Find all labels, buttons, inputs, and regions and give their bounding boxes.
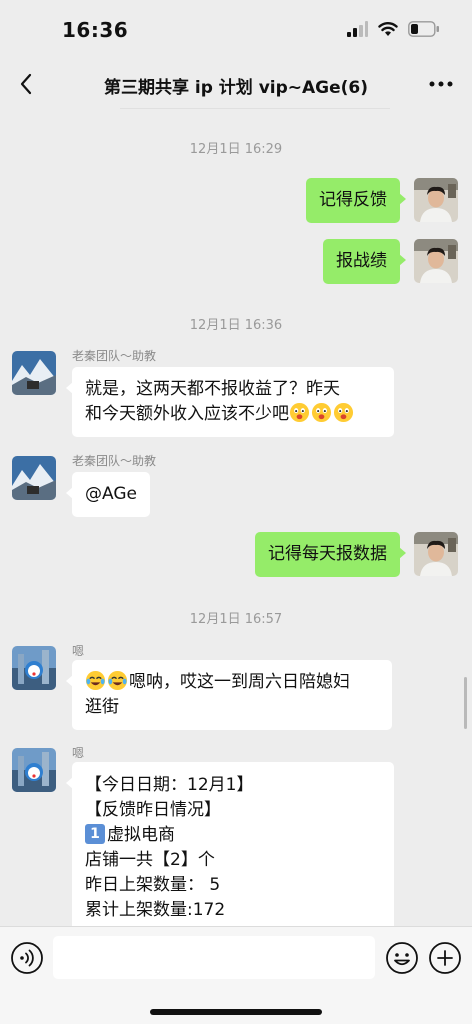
- surprised-face-emoji: [311, 402, 332, 423]
- keycap-one-badge: 1: [85, 824, 105, 844]
- avatar-user[interactable]: [12, 748, 56, 792]
- message-bubble-incoming[interactable]: 就是，这两天都不报收益了？昨天 和今天额外收入应该不少吧: [66, 367, 394, 437]
- status-time: 16:36: [62, 18, 129, 42]
- sender-name: 老秦团队～助教: [72, 349, 157, 363]
- timestamp: 12月1日 16:29: [189, 142, 283, 157]
- avatar-user[interactable]: [12, 646, 56, 690]
- timestamp: 12月1日 16:36: [189, 318, 283, 333]
- timestamp: 12月1日 16:57: [189, 612, 283, 627]
- status-icons: [346, 21, 440, 37]
- scrollbar-thumb[interactable]: [464, 677, 467, 729]
- surprised-face-emoji: [333, 402, 354, 423]
- message-line: 昨日上架数量： 5: [85, 875, 221, 895]
- plus-icon: [429, 942, 461, 974]
- message-line: 【今日日期：12月1】: [85, 775, 254, 795]
- signal-icon: [347, 21, 368, 37]
- emoji-button[interactable]: [385, 941, 419, 975]
- back-button[interactable]: [12, 70, 40, 98]
- chevron-left-icon: [20, 73, 32, 95]
- battery-icon: [408, 21, 439, 37]
- more-button[interactable]: [426, 70, 456, 98]
- plus-button[interactable]: [428, 941, 462, 975]
- wifi-icon: [378, 22, 398, 36]
- message-input[interactable]: [53, 936, 375, 979]
- message-bubble-incoming[interactable]: 【今日日期：12月1】 【反馈昨日情况】 1 虚拟电商 店铺一共【2】个 昨日上架…: [66, 762, 394, 926]
- chat-area[interactable]: 12月1日 16:29 记得反馈 报战绩 12月1日 16:36 老秦团队～助教…: [0, 112, 472, 926]
- message-bubble-outgoing[interactable]: 报战绩: [323, 239, 406, 284]
- input-bar: [0, 926, 472, 1024]
- message-bubble-incoming[interactable]: @AGe: [66, 472, 150, 517]
- status-bar: 16:36: [0, 0, 472, 56]
- sender-name: 嗯: [72, 746, 85, 760]
- avatar-assistant[interactable]: [12, 351, 56, 395]
- avatar-self[interactable]: [414, 178, 458, 222]
- voice-button[interactable]: [10, 941, 44, 975]
- message-line: 店铺一共【2】个: [85, 850, 215, 870]
- message-line: 逛街: [85, 697, 119, 717]
- laugh-crying-emoji: [85, 670, 106, 691]
- message-bubble-outgoing[interactable]: 记得反馈: [306, 178, 406, 223]
- more-dots-icon: [429, 81, 453, 87]
- sender-name: 老秦团队～助教: [72, 454, 157, 468]
- laugh-crying-emoji: [107, 670, 128, 691]
- chat-title: 第三期共享 ip 计划 vip~AGe(6): [103, 78, 369, 98]
- message-line: 就是，这两天都不报收益了？昨天: [85, 379, 340, 399]
- nav-divider: [120, 108, 390, 109]
- message-line: 累计上架数量:172: [85, 900, 226, 920]
- surprised-face-emoji: [289, 402, 310, 423]
- sender-name: 嗯: [72, 644, 85, 658]
- home-indicator: [150, 1009, 322, 1015]
- avatar-self[interactable]: [414, 532, 458, 576]
- voice-icon: [11, 942, 43, 974]
- avatar-assistant[interactable]: [12, 456, 56, 500]
- message-line: 嗯呐，哎这一到周六日陪媳妇: [85, 670, 379, 695]
- message-line: 【反馈昨日情况】: [85, 800, 221, 820]
- nav-bar: 第三期共享 ip 计划 vip~AGe(6): [0, 56, 472, 112]
- avatar-self[interactable]: [414, 239, 458, 283]
- emoji-icon: [386, 942, 418, 974]
- message-bubble-incoming[interactable]: 嗯呐，哎这一到周六日陪媳妇 逛街: [66, 660, 392, 730]
- message-line: 和今天额外收入应该不少吧: [85, 402, 381, 427]
- message-bubble-outgoing[interactable]: 记得每天报数据: [255, 532, 406, 577]
- message-line: 1 虚拟电商: [85, 823, 381, 848]
